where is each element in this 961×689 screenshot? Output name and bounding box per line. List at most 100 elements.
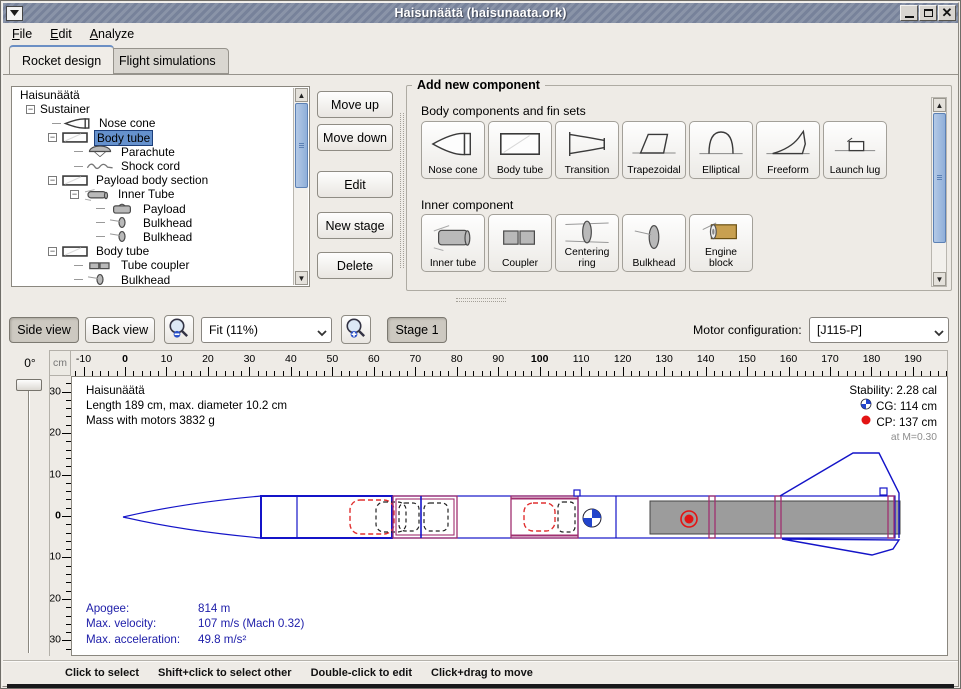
openrocket-window: Haisunäätä (haisunaata.ork) ✕ FileEditAn… xyxy=(0,0,961,689)
tree-item-label: Inner Tube xyxy=(116,187,176,201)
scroll-down-icon[interactable]: ▼ xyxy=(933,272,946,286)
tree-row-shock-cord[interactable]: Shock cord xyxy=(14,159,293,173)
status-hint: Double-click to edit xyxy=(311,667,412,679)
window-menu-icon[interactable] xyxy=(6,6,23,21)
add-trapezoidal-button[interactable]: Trapezoidal xyxy=(622,121,686,179)
rocket-info: Haisunäätä Length 189 cm, max. diameter … xyxy=(86,383,287,428)
move-down-button[interactable]: Move down xyxy=(317,124,393,151)
zoom-level-combo[interactable]: Fit (11%) xyxy=(201,317,332,343)
delete-button[interactable]: Delete xyxy=(317,252,393,279)
shockcord-icon xyxy=(85,160,115,173)
menu-edit[interactable]: Edit xyxy=(41,25,81,43)
tab-bar: Rocket design Flight simulations xyxy=(3,45,958,75)
edit-button[interactable]: Edit xyxy=(317,171,393,198)
tree-item-label: Bulkhead xyxy=(119,273,172,287)
tree-row-inner-tube[interactable]: − Inner Tube xyxy=(14,187,293,201)
expander-icon[interactable]: − xyxy=(48,133,57,142)
tree-row-payload[interactable]: Payload xyxy=(14,202,293,216)
title-bar: Haisunäätä (haisunaata.ork) ✕ xyxy=(3,3,958,23)
cg-icon xyxy=(860,398,872,414)
tree-item-label: Haisunäätä xyxy=(18,88,82,102)
add-nose-cone-button[interactable]: Nose cone xyxy=(421,121,485,179)
motor-configuration-label: Motor configuration: xyxy=(693,323,802,337)
expander-icon[interactable]: − xyxy=(48,247,57,256)
add-component-title: Add new component xyxy=(412,78,545,92)
tree-scrollbar[interactable]: ▲ ▼ xyxy=(293,88,308,285)
rotation-slider-handle[interactable] xyxy=(16,379,42,391)
expander-icon[interactable]: − xyxy=(26,105,35,114)
tree-row-body-tube[interactable]: − Body tube xyxy=(14,131,293,145)
add-engine-block-button[interactable]: Engineblock xyxy=(689,214,753,272)
tree-row-payload-body-section[interactable]: −Payload body section xyxy=(14,173,293,187)
close-button[interactable]: ✕ xyxy=(938,5,956,21)
finfree-icon xyxy=(764,122,812,166)
launchlug-icon xyxy=(831,122,879,166)
move-up-button[interactable]: Move up xyxy=(317,91,393,118)
tree-row-body-tube[interactable]: − Body tube xyxy=(14,244,293,258)
tab-rocket-design[interactable]: Rocket design xyxy=(9,45,114,74)
add-freeform-button[interactable]: Freeform xyxy=(756,121,820,179)
fintrap-icon xyxy=(630,122,678,166)
engineblock-icon xyxy=(697,215,745,248)
menu-file[interactable]: File xyxy=(3,25,41,43)
add-centering-ring-button[interactable]: Centeringring xyxy=(555,214,619,272)
tree-item-label: Shock cord xyxy=(119,159,182,173)
status-hint: Shift+click to select other xyxy=(158,667,292,679)
component-panel-scrollbar[interactable]: ▲ ▼ xyxy=(931,97,947,287)
add-elliptical-button[interactable]: Elliptical xyxy=(689,121,753,179)
innertube-icon xyxy=(82,188,112,201)
tree-item-label: Payload xyxy=(141,202,188,216)
finell-icon xyxy=(697,122,745,166)
status-hint: Click to select xyxy=(65,667,139,679)
stage-1-toggle[interactable]: Stage 1 xyxy=(387,317,447,343)
minimize-button[interactable] xyxy=(900,5,918,21)
centeringring-icon xyxy=(563,215,611,248)
tab-flight-simulations[interactable]: Flight simulations xyxy=(106,48,229,74)
motor-configuration-combo[interactable]: [J115-P] xyxy=(809,317,949,343)
tree-row-sustainer[interactable]: −Sustainer xyxy=(14,102,293,116)
zoom-out-button[interactable] xyxy=(164,315,194,344)
status-bar: Click to select Shift+click to select oth… xyxy=(3,660,958,684)
zoom-level-value: Fit (11%) xyxy=(209,323,258,337)
add-inner-tube-button[interactable]: Inner tube xyxy=(421,214,485,272)
menu-analyze[interactable]: Analyze xyxy=(81,25,143,43)
tree-row-tube-coupler[interactable]: Tube coupler xyxy=(14,258,293,272)
scroll-up-icon[interactable]: ▲ xyxy=(933,98,946,112)
new-stage-button[interactable]: New stage xyxy=(317,212,393,239)
rotation-slider-track xyxy=(28,391,30,653)
tree-row-parachute[interactable]: Parachute xyxy=(14,145,293,159)
expander-icon[interactable]: − xyxy=(48,176,57,185)
motor-configuration-value: [J115-P] xyxy=(817,323,862,337)
inner-component-label: Inner component xyxy=(421,198,513,212)
status-hint: Click+drag to move xyxy=(431,667,533,679)
tree-item-label: Parachute xyxy=(119,145,177,159)
back-view-button[interactable]: Back view xyxy=(85,317,155,343)
tree-item-label: Body tube xyxy=(94,244,151,258)
rocket-canvas[interactable]: Haisunäätä Length 189 cm, max. diameter … xyxy=(71,376,948,656)
bulkhead-icon xyxy=(107,230,137,243)
tree-item-label: Body tube xyxy=(94,130,153,146)
scroll-down-icon[interactable]: ▼ xyxy=(295,271,308,285)
component-tree[interactable]: Haisunäätä−SustainerNose cone−Body tubeP… xyxy=(11,86,310,287)
add-bulkhead-button[interactable]: Bulkhead xyxy=(622,214,686,272)
menu-bar: FileEditAnalyze xyxy=(3,23,958,44)
scroll-up-icon[interactable]: ▲ xyxy=(295,88,308,102)
expander-icon[interactable]: − xyxy=(70,190,79,199)
tree-row-bulkhead[interactable]: Bulkhead xyxy=(14,272,293,286)
tree-row-bulkhead[interactable]: Bulkhead xyxy=(14,230,293,244)
add-body-tube-button[interactable]: Body tube xyxy=(488,121,552,179)
horizontal-ruler: -100102030405060708090100110120130140150… xyxy=(71,350,948,376)
maximize-button[interactable] xyxy=(919,5,937,21)
tree-row-nose-cone[interactable]: Nose cone xyxy=(14,116,293,130)
add-coupler-button[interactable]: Coupler xyxy=(488,214,552,272)
horizontal-splitter[interactable] xyxy=(456,298,506,302)
add-launch-lug-button[interactable]: Launch lug xyxy=(823,121,887,179)
add-transition-button[interactable]: Transition xyxy=(555,121,619,179)
nosecone-icon xyxy=(63,117,93,130)
tree-row-bulkhead[interactable]: Bulkhead xyxy=(14,216,293,230)
vertical-splitter[interactable] xyxy=(400,113,404,268)
tree-row-haisun-t-[interactable]: Haisunäätä xyxy=(14,88,293,102)
zoom-in-button[interactable] xyxy=(341,315,371,344)
side-view-button[interactable]: Side view xyxy=(9,317,79,343)
bodytube-icon xyxy=(60,245,90,258)
